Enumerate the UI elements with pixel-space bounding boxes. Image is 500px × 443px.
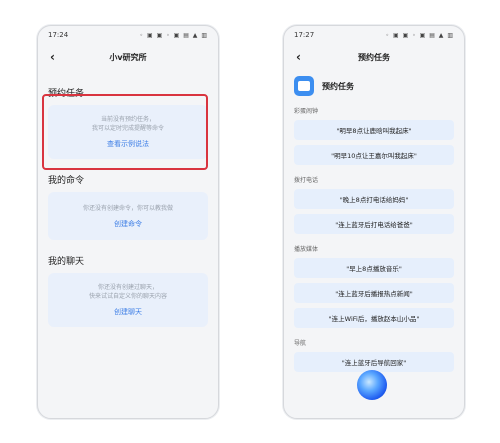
example-chip[interactable]: "明早8点让鹿晗叫我起床" — [294, 120, 454, 140]
section-title: 我的聊天 — [48, 257, 85, 267]
page-title: 预约任务 — [358, 52, 390, 62]
example-chip[interactable]: "连上蓝牙后导航回家" — [294, 352, 454, 372]
category-label-call: 拨打电话 — [294, 177, 319, 184]
highlight-box — [42, 94, 208, 170]
voice-assistant-orb-icon[interactable] — [357, 370, 387, 400]
example-chip[interactable]: "明早10点让王嘉尔叫我起床" — [294, 145, 454, 165]
page-title: 小v研究所 — [109, 52, 147, 62]
tasks-header: 预约任务 — [294, 76, 464, 96]
my-chats-card: 你还没有创建过聊天， 快来试试自定义你的聊天内容 创建聊天 — [48, 273, 208, 327]
section-my-chats: 我的聊天 你还没有创建过聊天， 快来试试自定义你的聊天内容 创建聊天 — [38, 254, 218, 327]
category-label-alarm: 彩蛋闹钟 — [294, 108, 319, 115]
right-phone-screen: 17:27 ◦ ▣ ▣ ◦ ▣ ▤ ▲ ▥ ‹ 预约任务 预约任务 彩蛋闹钟 "… — [283, 25, 465, 419]
status-icons: ◦ ▣ ▣ ◦ ▣ ▤ ▲ ▥ — [385, 31, 454, 39]
status-time: 17:27 — [294, 31, 315, 39]
back-arrow-icon[interactable]: ‹ — [50, 50, 55, 64]
my-commands-card: 你还没有创建命令，你可以教我做 创建命令 — [48, 192, 208, 240]
status-time: 17:24 — [48, 31, 69, 39]
card-description: 你还没有创建命令，你可以教我做 — [82, 204, 173, 212]
back-arrow-icon[interactable]: ‹ — [296, 50, 301, 64]
example-chip[interactable]: "连上WiFi后，播放赵本山小品" — [294, 308, 454, 328]
tasks-header-title: 预约任务 — [322, 81, 354, 91]
section-my-commands: 我的命令 你还没有创建命令，你可以教我做 创建命令 — [38, 173, 218, 240]
left-phone-screen: 17:24 ◦ ▣ ▣ ◦ ▣ ▤ ▲ ▥ ‹ 小v研究所 预约任务 当前没有预… — [37, 25, 219, 419]
status-icons: ◦ ▣ ▣ ◦ ▣ ▤ ▲ ▥ — [139, 31, 208, 39]
status-bar: 17:27 ◦ ▣ ▣ ◦ ▣ ▤ ▲ ▥ — [284, 26, 464, 44]
create-command-link[interactable]: 创建命令 — [114, 219, 142, 229]
example-chip[interactable]: "早上8点播放音乐" — [294, 258, 454, 278]
nav-bar: ‹ 预约任务 — [284, 44, 464, 70]
section-title: 我的命令 — [48, 176, 85, 186]
nav-bar: ‹ 小v研究所 — [38, 44, 218, 70]
status-bar: 17:24 ◦ ▣ ▣ ◦ ▣ ▤ ▲ ▥ — [38, 26, 218, 44]
example-chip[interactable]: "晚上8点打电话给妈妈" — [294, 189, 454, 209]
card-description: 你还没有创建过聊天， 快来试试自定义你的聊天内容 — [88, 284, 167, 300]
example-chip[interactable]: "连上蓝牙后播报热点新闻" — [294, 283, 454, 303]
category-label-navigation: 导航 — [294, 340, 307, 347]
category-label-media: 播放媒体 — [294, 246, 319, 253]
create-chat-link[interactable]: 创建聊天 — [114, 307, 142, 317]
example-chip[interactable]: "连上蓝牙后打电话给爸爸" — [294, 214, 454, 234]
calendar-app-icon — [294, 76, 314, 96]
